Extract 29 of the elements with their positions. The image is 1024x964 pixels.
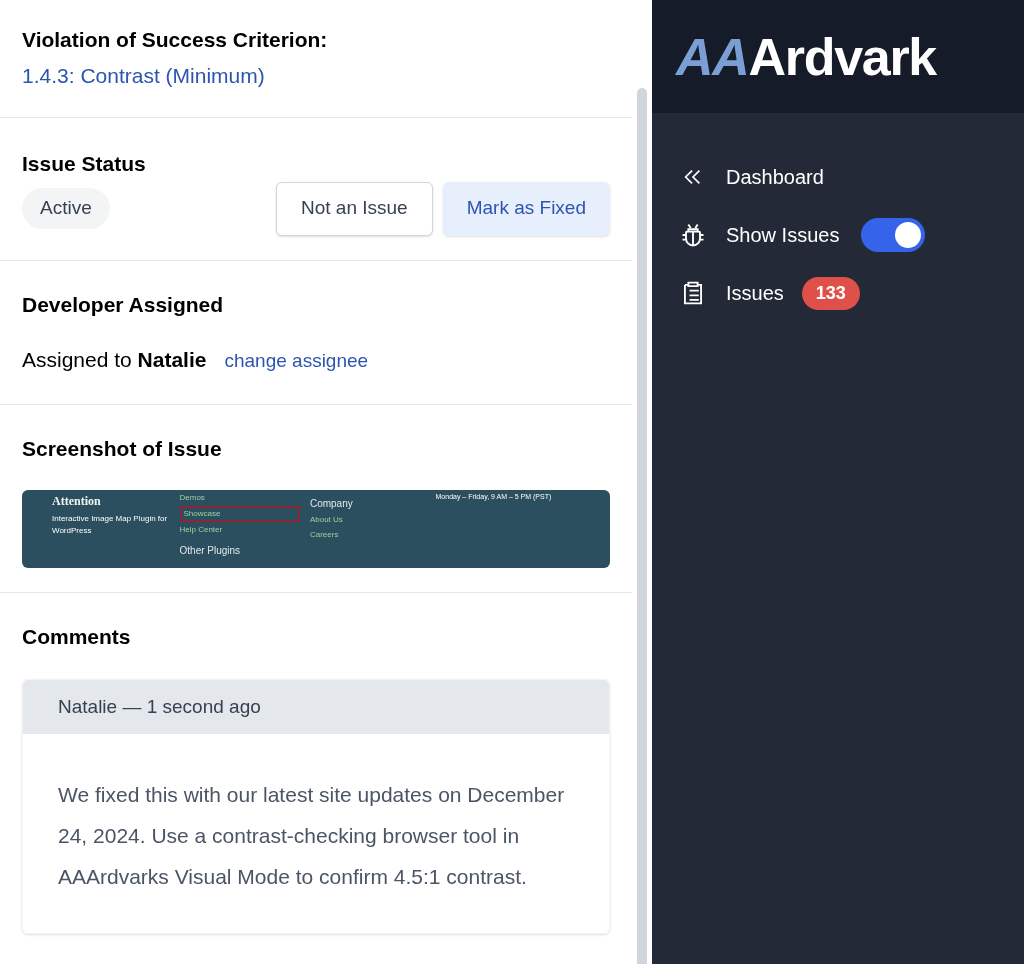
screenshot-text: Company	[309, 497, 354, 511]
mark-fixed-button[interactable]: Mark as Fixed	[442, 181, 610, 236]
section-heading: Comments	[22, 624, 132, 650]
not-issue-button[interactable]: Not an Issue	[276, 181, 433, 236]
screenshot-text: Careers	[309, 529, 340, 541]
comment-body: We fixed this with our latest site updates on December 24, 2024. Use a contrast-checking browser tool in AAArdvarks Visual Mode to confirm 4.5:1 contrast.	[23, 734, 609, 933]
status-badge: Active	[22, 188, 110, 229]
screenshot-text: Showcase	[179, 507, 300, 521]
logo: AAArdvark	[676, 26, 936, 88]
change-assignee-link[interactable]: change assignee	[224, 347, 369, 376]
screenshot-text: Help Center	[179, 524, 224, 536]
screenshot-text: Interactive Image Map Plugin for WordPress	[52, 513, 169, 537]
sidebar-item[interactable]: Issues	[726, 278, 784, 308]
assignee-text: Assigned to Natalie	[22, 347, 207, 373]
show-issues-toggle[interactable]	[861, 218, 926, 252]
screenshot-text: Other Plugins	[179, 544, 242, 558]
scrollbar[interactable]	[637, 88, 647, 964]
section-heading: Developer Assigned	[22, 291, 225, 318]
section-heading: Screenshot of Issue	[22, 435, 223, 462]
section-heading: Issue Status	[22, 151, 147, 177]
sidebar-item[interactable]: Show Issues	[726, 220, 840, 250]
section-heading: Violation of Success Criterion:	[22, 27, 329, 53]
comment-header: Natalie — 1 second ago	[23, 679, 609, 734]
count-badge: 133	[801, 276, 860, 310]
screenshot-text: About Us	[309, 514, 344, 526]
screenshot-text: Attention	[52, 493, 102, 510]
sidebar-item[interactable]: Dashboard	[726, 162, 824, 192]
screenshot-text: Demos	[179, 492, 206, 504]
criterion-link[interactable]: 1.4.3: Contrast (Minimum)	[22, 59, 265, 91]
